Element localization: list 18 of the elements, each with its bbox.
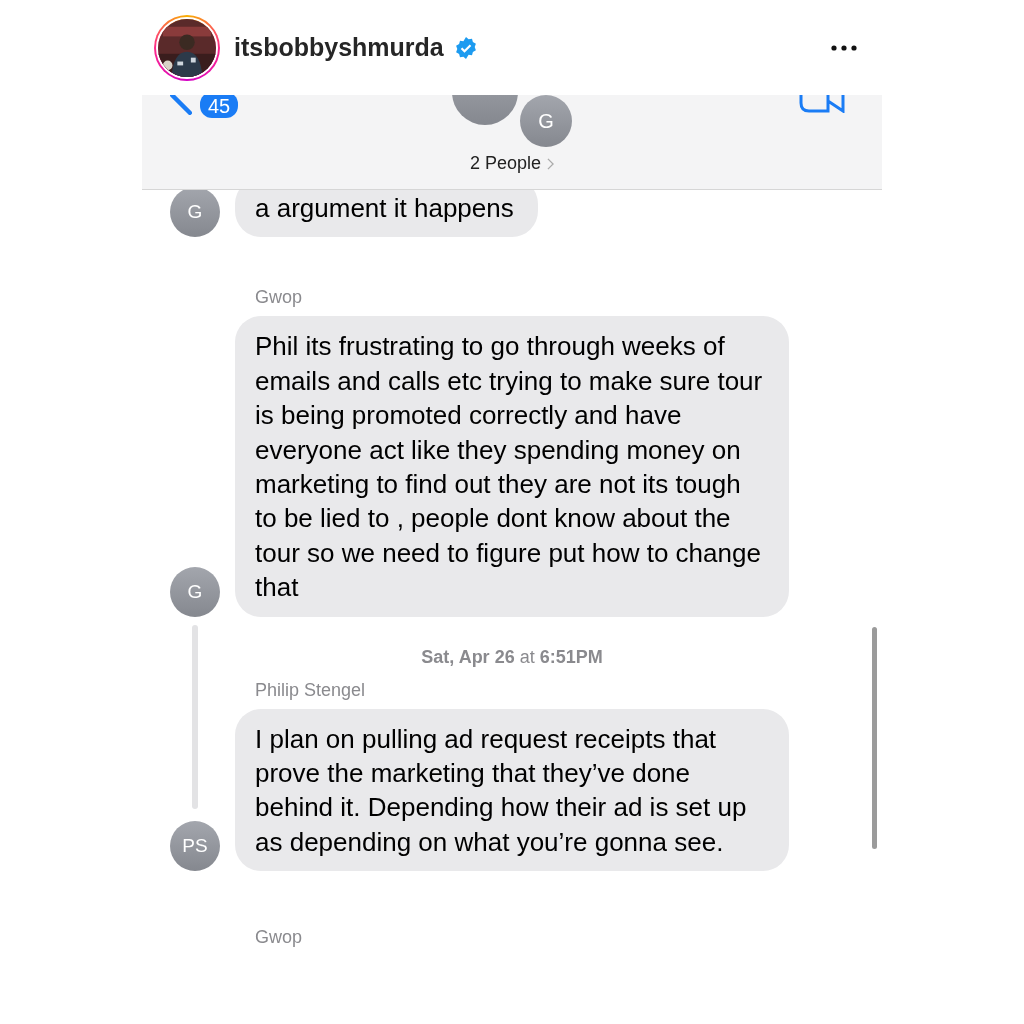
group-title[interactable]: 2 People (452, 153, 572, 174)
chevron-right-icon[interactable] (547, 157, 555, 170)
sender-name: Gwop (254, 927, 304, 949)
message-bubble: Phil its frustrating to go through weeks of emails and calls etc trying to make sure tour is being promoted correctly and have everyone act like they spending money on marketing to find out they are not its tough to be lied to , people dont know about the tour so we need to figure put how to change that (235, 316, 789, 617)
back-icon[interactable] (170, 95, 192, 115)
avatar: G (520, 95, 572, 147)
avatar: PS (170, 821, 220, 872)
sender-name: Philip Stengel (254, 679, 367, 701)
sender-name: Gwop (254, 287, 304, 309)
message-bubble: I plan on pulling ad request receipts that prove the marketing that they’ve done behind it. Depending how their ad is set up as depending on what you’re gonna see. (235, 708, 789, 872)
unread-count-badge: 45 (200, 95, 239, 118)
video-camera-icon[interactable] (798, 95, 846, 113)
avatar: G (170, 190, 220, 238)
more-options-icon[interactable] (830, 43, 858, 52)
avatar: G (170, 566, 220, 617)
message-bubble: a argument it happens (235, 190, 538, 238)
username[interactable]: itsbobbyshmurda (234, 33, 444, 62)
timestamp: Sat, Apr 26 at 6:51PM (420, 646, 604, 668)
